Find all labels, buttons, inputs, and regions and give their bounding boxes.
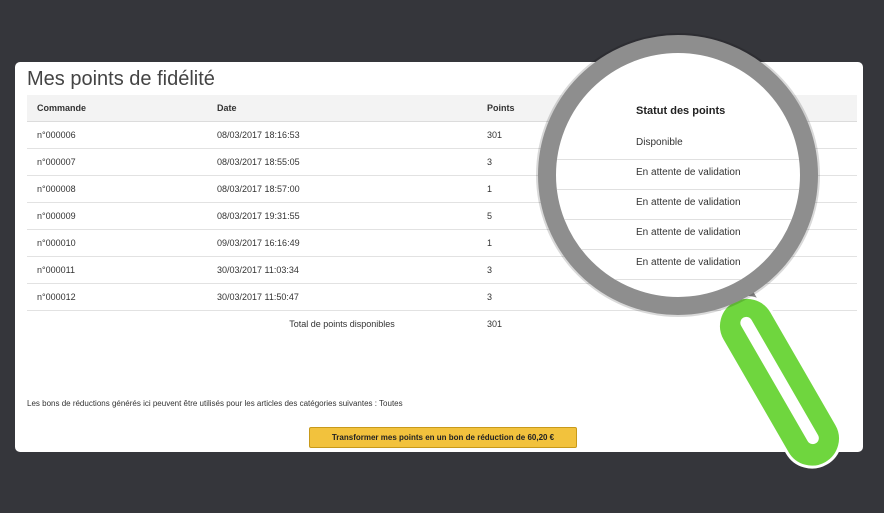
order-date: 30/03/2017 11:03:34 bbox=[207, 256, 477, 284]
order-date: 08/03/2017 18:55:05 bbox=[207, 148, 477, 176]
page-background: { "card": { "title": "Mes points de fidé… bbox=[0, 0, 884, 513]
magnified-row: En attente de validation bbox=[556, 189, 800, 220]
magnifier-lens: Statut des points Disponible En attente … bbox=[538, 35, 818, 315]
magnified-status: En attente de validation bbox=[636, 227, 741, 238]
order-number: n°000011 bbox=[27, 256, 207, 284]
magnified-row: En attente de validation bbox=[556, 159, 800, 190]
convert-points-button[interactable]: Transformer mes points en un bon de rédu… bbox=[309, 427, 577, 448]
magnified-status: En attente de validation bbox=[636, 167, 741, 178]
magnified-status-heading: Statut des points bbox=[636, 105, 726, 117]
order-date: 08/03/2017 18:57:00 bbox=[207, 175, 477, 203]
magnified-row: En attente de validation bbox=[556, 219, 800, 250]
order-number: n°000007 bbox=[27, 148, 207, 176]
magnified-status: En attente de validation bbox=[636, 197, 741, 208]
points-value: 3 bbox=[477, 283, 607, 311]
voucher-notice: Les bons de réductions générés ici peuve… bbox=[27, 399, 403, 408]
page-title: Mes points de fidélité bbox=[27, 68, 215, 90]
column-header-date: Date bbox=[207, 95, 477, 122]
order-number: n°000010 bbox=[27, 229, 207, 257]
magnified-row: Disponible bbox=[556, 129, 800, 160]
order-number: n°000009 bbox=[27, 202, 207, 230]
order-number: n°000006 bbox=[27, 121, 207, 149]
magnified-status: Disponible bbox=[636, 137, 683, 148]
column-header-order: Commande bbox=[27, 95, 207, 122]
total-label: Total de points disponibles bbox=[207, 310, 477, 337]
order-date: 08/03/2017 19:31:55 bbox=[207, 202, 477, 230]
magnified-row: En attente de validation bbox=[556, 249, 800, 280]
order-date: 08/03/2017 18:16:53 bbox=[207, 121, 477, 149]
order-date: 09/03/2017 16:16:49 bbox=[207, 229, 477, 257]
total-value: 301 bbox=[477, 310, 607, 337]
order-number: n°000012 bbox=[27, 283, 207, 311]
order-date: 30/03/2017 11:50:47 bbox=[207, 283, 477, 311]
order-number: n°000008 bbox=[27, 175, 207, 203]
magnified-status: En attente de validation bbox=[636, 257, 741, 268]
